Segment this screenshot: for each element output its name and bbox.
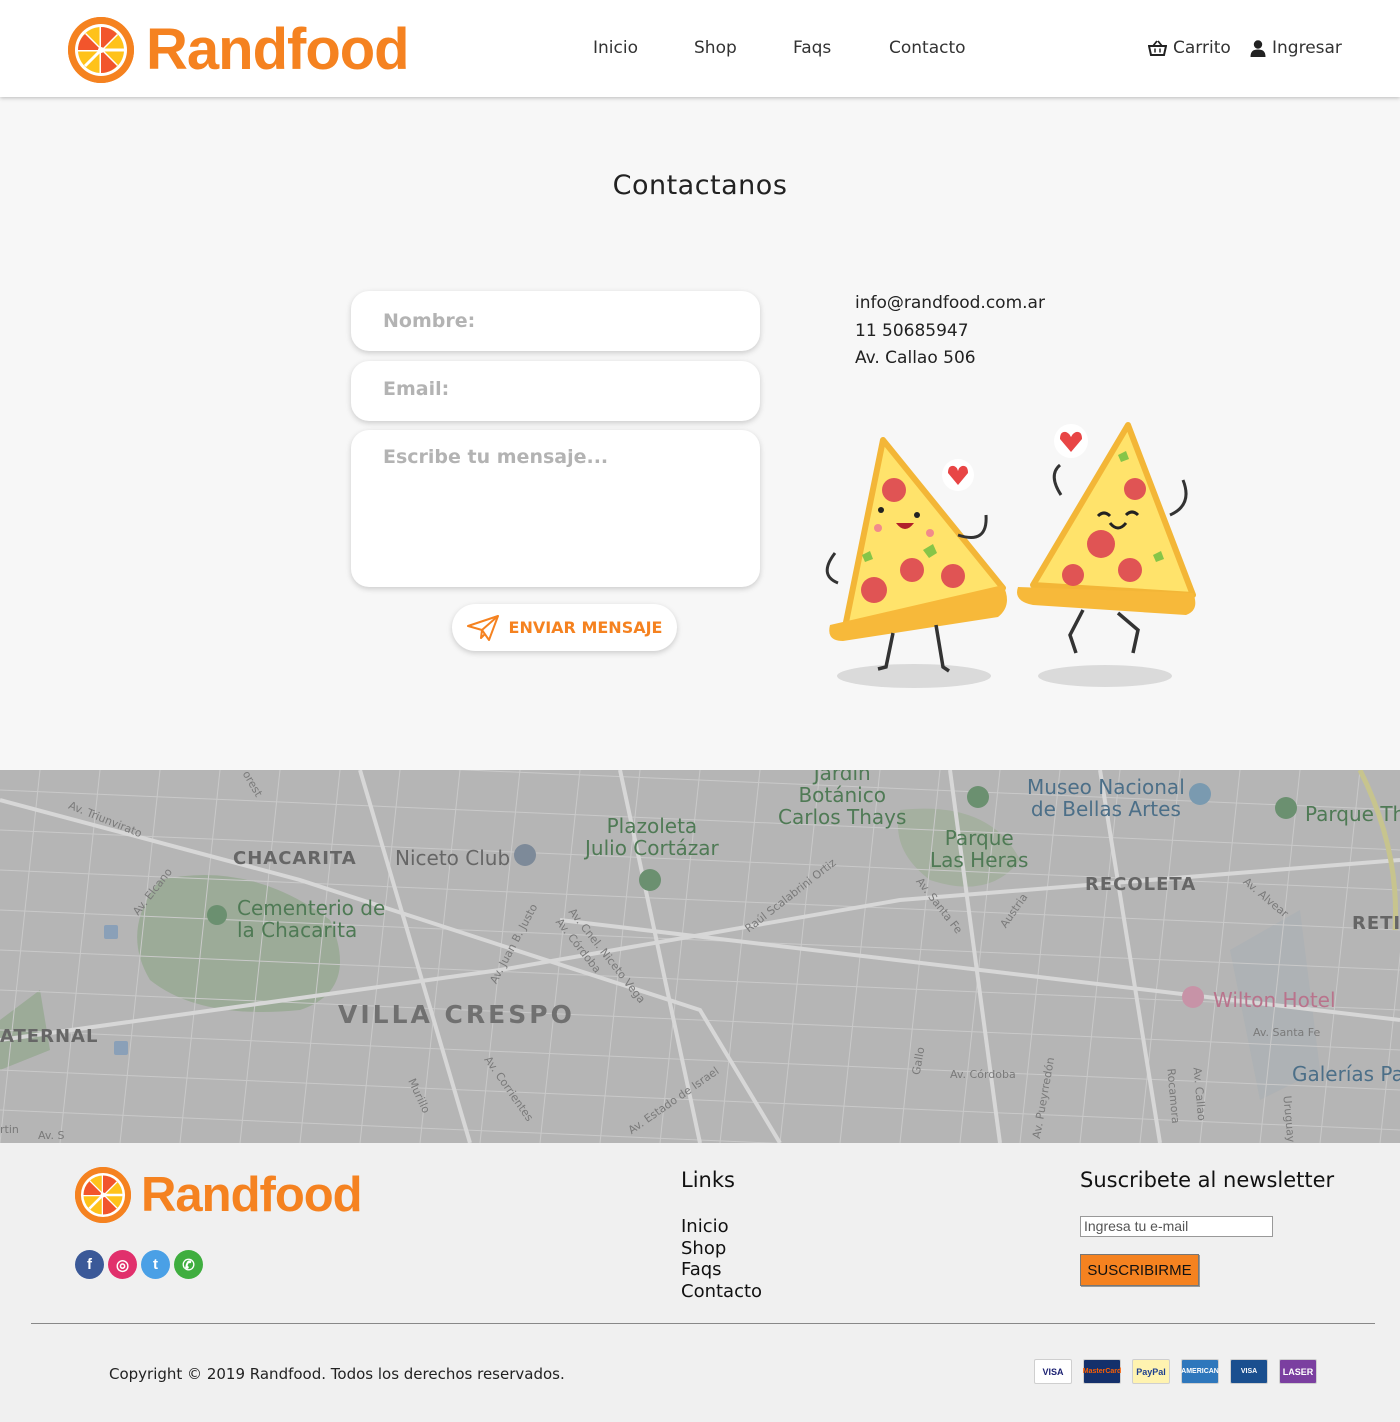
- amex-card-icon: AMERICAN: [1181, 1359, 1219, 1384]
- street-av-s: Av. S: [38, 1129, 65, 1142]
- street-av-cordoba-2: Av. Córdoba: [950, 1068, 1016, 1081]
- newsletter-email-input[interactable]: Ingresa tu e-mail: [1080, 1216, 1273, 1237]
- paypal-card-icon: PayPal: [1132, 1359, 1170, 1384]
- site-header: Randfood Inicio Shop Faqs Contacto Carri…: [0, 0, 1400, 97]
- footer-link-inicio[interactable]: Inicio: [681, 1216, 762, 1238]
- footer-logo[interactable]: Randfood: [75, 1167, 363, 1223]
- send-label: ENVIAR MENSAJE: [508, 618, 663, 637]
- page-title: Contactanos: [612, 170, 788, 201]
- laser-card-icon: LASER: [1279, 1359, 1317, 1384]
- map-label-villa-crespo: VILLA CRESPO: [338, 1000, 575, 1029]
- location-map[interactable]: Jardín Botánico Carlos Thays Museo Naciona…: [0, 770, 1400, 1143]
- visa-electron-card-icon: VISA: [1230, 1359, 1268, 1384]
- facebook-icon[interactable]: f: [75, 1250, 104, 1279]
- user-icon: [1250, 39, 1266, 57]
- map-label-recoleta: RECOLETA: [1085, 874, 1197, 895]
- newsletter-heading: Suscribete al newsletter: [1080, 1168, 1335, 1192]
- map-label-niceto: Niceto Club: [395, 846, 511, 870]
- login-label: Ingresar: [1272, 38, 1342, 58]
- map-label-retiro: RETI: [1352, 913, 1400, 934]
- instagram-icon[interactable]: ◎: [108, 1250, 137, 1279]
- contact-phone: 11 50685947: [855, 320, 969, 341]
- visa-card-icon: VISA: [1034, 1359, 1072, 1384]
- street-av-santa-fe-2: Av. Santa Fe: [1253, 1026, 1321, 1039]
- links-heading: Links: [681, 1168, 735, 1192]
- map-label-galerias: Galerías Pa: [1292, 1062, 1400, 1086]
- street-artin: rtin: [0, 1123, 19, 1136]
- nav-faqs[interactable]: Faqs: [793, 38, 831, 58]
- orange-slice-logo-icon: [75, 1167, 131, 1223]
- social-links: f ◎ t ✆: [75, 1250, 203, 1279]
- footer-link-shop[interactable]: Shop: [681, 1238, 762, 1260]
- email-field[interactable]: Email:: [351, 361, 760, 421]
- map-label-cementerio: Cementerio de la Chacarita: [237, 896, 386, 942]
- map-label-paternal: ATERNAL: [0, 1026, 99, 1047]
- twitter-icon[interactable]: t: [141, 1250, 170, 1279]
- contact-info: info@randfood.com.ar 11 50685947 Av. Cal…: [855, 290, 1045, 373]
- cart-link[interactable]: Carrito: [1148, 38, 1231, 58]
- footer-link-contacto[interactable]: Contacto: [681, 1281, 762, 1303]
- nav-shop[interactable]: Shop: [694, 38, 737, 58]
- message-field[interactable]: Escribe tu mensaje...: [351, 430, 760, 587]
- name-field[interactable]: Nombre:: [351, 291, 760, 351]
- map-label-museo: Museo Nacional de Bellas Artes: [1027, 775, 1185, 821]
- brand-name: Randfood: [146, 17, 410, 82]
- subscribe-button[interactable]: SUSCRIBIRME: [1080, 1254, 1199, 1286]
- site-footer: Randfood f ◎ t ✆ Links Inicio Shop Faqs …: [0, 1143, 1400, 1422]
- login-link[interactable]: Ingresar: [1250, 38, 1342, 58]
- map-label-parque-heras: Parque Las Heras: [930, 826, 1029, 872]
- header-logo[interactable]: Randfood: [68, 16, 410, 83]
- nav-contacto[interactable]: Contacto: [889, 38, 966, 58]
- map-label-parque-th: Parque Th: [1305, 802, 1400, 826]
- map-label-chacarita: CHACARITA: [233, 848, 357, 869]
- contact-address: Av. Callao 506: [855, 348, 976, 368]
- pizza-illustration: [808, 405, 1208, 699]
- map-label-wilton: Wilton Hotel: [1213, 988, 1336, 1012]
- copyright-text: Copyright © 2019 Randfood. Todos los der…: [109, 1365, 565, 1383]
- footer-brand-name: Randfood: [141, 1168, 363, 1222]
- cart-label: Carrito: [1173, 38, 1231, 58]
- whatsapp-icon[interactable]: ✆: [174, 1250, 203, 1279]
- payment-methods: VISA MasterCard PayPal AMERICAN VISA LAS…: [1034, 1359, 1317, 1384]
- paper-plane-icon: [466, 614, 499, 641]
- footer-link-faqs[interactable]: Faqs: [681, 1259, 762, 1281]
- orange-slice-logo-icon: [68, 16, 134, 83]
- send-message-button[interactable]: ENVIAR MENSAJE: [452, 604, 677, 651]
- map-label-plazoleta: Plazoleta Julio Cortázar: [585, 814, 719, 860]
- nav-inicio[interactable]: Inicio: [593, 38, 638, 58]
- mastercard-card-icon: MasterCard: [1083, 1359, 1121, 1384]
- map-label-jardin: Jardín Botánico Carlos Thays: [778, 770, 907, 829]
- footer-links: Inicio Shop Faqs Contacto: [681, 1216, 762, 1302]
- basket-icon: [1148, 40, 1167, 56]
- footer-divider: [31, 1323, 1375, 1324]
- contact-email[interactable]: info@randfood.com.ar: [855, 290, 1045, 318]
